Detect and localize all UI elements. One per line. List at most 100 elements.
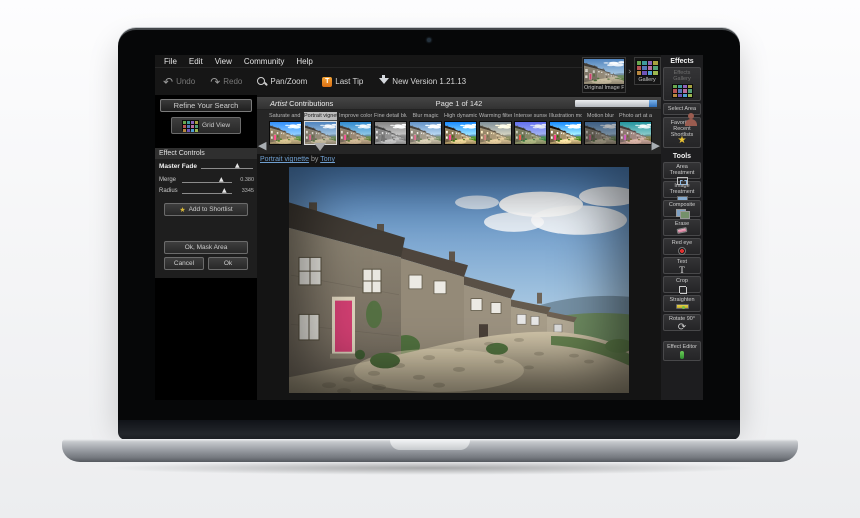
zoom-search-icon[interactable] — [649, 100, 657, 107]
menu-bar: File Edit View Community Help — [155, 55, 585, 68]
laptop-base — [62, 439, 798, 462]
thumbnail-photo-art-at-a-click[interactable]: Photo art at a click 104 — [619, 112, 652, 145]
effect-editor-icon — [680, 351, 684, 359]
gallery-scrollbar[interactable] — [575, 100, 657, 107]
merge-slider-row: Merge ▲ 0.380 — [159, 176, 254, 183]
merge-slider-thumb[interactable]: ▲ — [219, 176, 224, 183]
redo-button[interactable]: Redo — [210, 75, 242, 89]
pan-zoom-button[interactable]: Pan/Zoom — [257, 76, 307, 87]
arrow-right-icon: › — [628, 67, 632, 77]
add-to-shortlist-button[interactable]: Add to Shortlist — [164, 203, 248, 216]
area-treatment-icon — [676, 177, 688, 185]
thumbnail-motion-blur[interactable]: Motion blur — [584, 112, 617, 145]
thumbnail-warming-filter[interactable]: Warming filter — [479, 112, 512, 145]
preview-strip: Original Image PS › Gallery — [582, 57, 661, 99]
radius-slider-thumb[interactable]: ▲ — [222, 187, 227, 194]
tool-rotate-90[interactable]: Rotate 90° — [663, 314, 701, 331]
app-window: File Edit View Community Help Undo Redo … — [155, 55, 703, 400]
redo-icon — [210, 75, 220, 89]
right-panel: Effects Effects Gallery Select Area Favo… — [661, 55, 703, 400]
refine-your-search-button[interactable]: Refine Your Search — [160, 99, 252, 112]
effects-gallery-button[interactable]: Effects Gallery — [663, 67, 701, 101]
master-fade-slider-row: Master Fade ▲ — [155, 161, 257, 172]
text-icon — [665, 266, 699, 275]
grid-view-button[interactable]: Grid View — [171, 117, 241, 134]
tools-panel-title: Tools — [672, 153, 692, 160]
thumbnail-saturate-and-glow[interactable]: Saturate and glow — [269, 112, 302, 145]
tool-crop[interactable]: Crop — [663, 276, 701, 294]
straighten-level-icon — [675, 304, 689, 309]
tip-icon — [322, 76, 333, 87]
red-eye-icon — [678, 247, 686, 255]
tool-text[interactable]: Text — [663, 257, 701, 274]
undo-button[interactable]: Undo — [163, 75, 195, 89]
magnifier-icon — [257, 76, 267, 87]
strip-next-arrow[interactable]: ▶ — [652, 139, 660, 152]
thumbnail-intense-sunset[interactable]: Intense sunset — [514, 112, 547, 145]
webcam-dot — [427, 38, 431, 42]
master-fade-slider-track[interactable] — [201, 168, 253, 169]
eraser-icon — [676, 227, 688, 234]
effect-caption: Portrait vignette by Tony — [260, 156, 336, 163]
merge-slider-track[interactable] — [182, 182, 232, 183]
tool-area-treatment[interactable]: Area Treatment — [663, 162, 701, 185]
thumbnail-high-dynamic-range[interactable]: High dynamic range — [444, 112, 477, 145]
crop-icon — [678, 285, 687, 294]
tool-red-eye[interactable]: Red eye — [663, 238, 701, 255]
grid-view-icon — [181, 120, 199, 132]
thumbnail-list: Saturate and glow Portrait vignette Impr… — [269, 112, 652, 151]
ok-mask-area-button[interactable]: Ok, Mask Area — [164, 241, 248, 254]
menu-item-community[interactable]: Community — [244, 57, 284, 67]
toolbar: Undo Redo Pan/Zoom Last Tip New Version … — [155, 68, 585, 95]
tool-straighten[interactable]: Straighten — [663, 295, 701, 312]
thumbnail-portrait-vignette-selected[interactable]: Portrait vignette — [304, 112, 337, 151]
thumbnail-illustration-modified[interactable]: Illustration modified - raw process - re… — [549, 112, 582, 145]
gallery-area: Artist Contributions Page 1 of 142 ◀ Satu… — [257, 95, 661, 400]
radius-slider-row: Radius ▲ 3345 — [159, 187, 254, 194]
ok-button[interactable]: Ok — [208, 257, 248, 270]
laptop-shadow — [100, 461, 760, 475]
effect-name-link[interactable]: Portrait vignette — [260, 156, 309, 163]
menu-item-edit[interactable]: Edit — [189, 57, 203, 67]
gallery-palette-thumbnail[interactable]: Gallery — [633, 57, 661, 85]
effects-panel-title: Effects — [670, 58, 694, 65]
last-tip-button[interactable]: Last Tip — [322, 76, 363, 87]
download-arrow-icon — [378, 75, 389, 89]
gallery-header-bar: Artist Contributions Page 1 of 142 — [257, 97, 661, 110]
thumbnail-blur-magic[interactable]: Blur magic — [409, 112, 442, 145]
desktop-background: File Edit View Community Help Undo Redo … — [0, 0, 860, 518]
radius-value: 3345 — [241, 188, 254, 194]
new-version-button[interactable]: New Version 1.21.13 — [378, 75, 466, 89]
original-image-thumbnail[interactable]: Original Image PS — [582, 57, 626, 93]
effect-editor-button[interactable]: Effect Editor — [663, 341, 701, 361]
menu-item-file[interactable]: File — [164, 57, 177, 67]
thumbnail-improve-colors[interactable]: Improve colors — [339, 112, 372, 145]
menu-item-view[interactable]: View — [215, 57, 232, 67]
select-area-button[interactable]: Select Area — [663, 103, 701, 115]
original-photo — [584, 59, 624, 84]
thumbnail-strip: ◀ Saturate and glow Portrait vignette Im… — [257, 110, 661, 154]
star-icon — [678, 139, 687, 145]
undo-icon — [163, 75, 173, 89]
gold-hill-photo — [289, 167, 629, 393]
left-panel: Refine Your Search Grid View Effect Cont… — [155, 95, 257, 400]
selected-pointer — [314, 143, 326, 157]
strip-prev-arrow[interactable]: ◀ — [258, 139, 266, 152]
laptop-lid-notch — [390, 439, 470, 450]
gallery-palette-icon — [635, 60, 659, 76]
main-preview-image[interactable] — [289, 167, 629, 393]
author-link[interactable]: Tony — [320, 156, 335, 163]
thumbnail-fine-detail-blur[interactable]: Fine detail blur — [374, 112, 407, 145]
star-icon — [179, 206, 185, 214]
tool-erase[interactable]: Erase — [663, 219, 701, 236]
composite-icon — [675, 209, 690, 219]
menu-item-help[interactable]: Help — [296, 57, 312, 67]
effect-controls-header: Effect Controls — [155, 148, 257, 159]
tool-composite[interactable]: Composite — [663, 200, 701, 219]
master-fade-slider-thumb[interactable]: ▲ — [235, 162, 240, 169]
laptop-hinge — [118, 420, 740, 440]
rotate-icon — [665, 323, 699, 332]
merge-value: 0.380 — [240, 177, 254, 183]
cancel-button[interactable]: Cancel — [164, 257, 204, 270]
effects-gallery-icon — [671, 84, 693, 98]
